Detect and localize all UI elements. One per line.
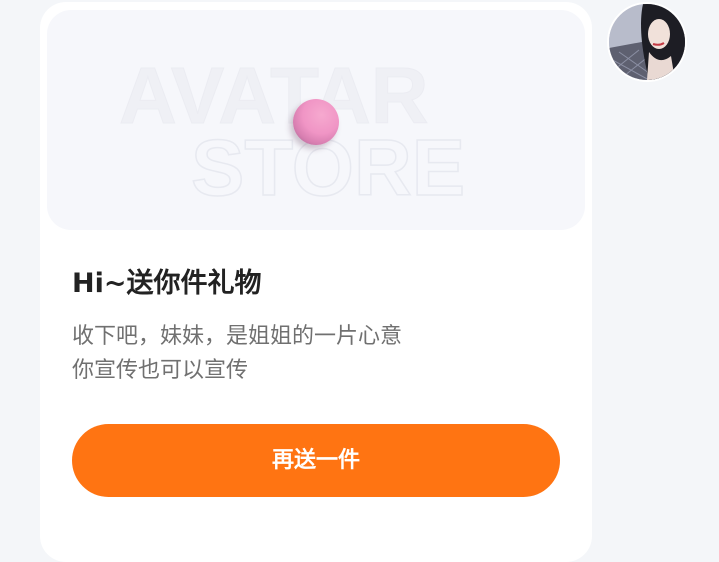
gift-title: Hi~送你件礼物 xyxy=(72,268,262,299)
gift-preview-icon xyxy=(293,99,339,145)
gift-card: AVATAR STORE Hi~送你件礼物 收下吧，妹妹，是姐姐的一片心意 你宣… xyxy=(40,2,592,562)
gift-banner: AVATAR STORE xyxy=(47,10,585,230)
gift-message-line-2: 你宣传也可以宣传 xyxy=(72,358,249,383)
gift-message-line-1: 收下吧，妹妹，是姐姐的一片心意 xyxy=(72,324,403,349)
avatar-photo xyxy=(609,4,685,80)
user-avatar[interactable] xyxy=(607,2,687,82)
send-another-button[interactable]: 再送一件 xyxy=(72,424,560,497)
